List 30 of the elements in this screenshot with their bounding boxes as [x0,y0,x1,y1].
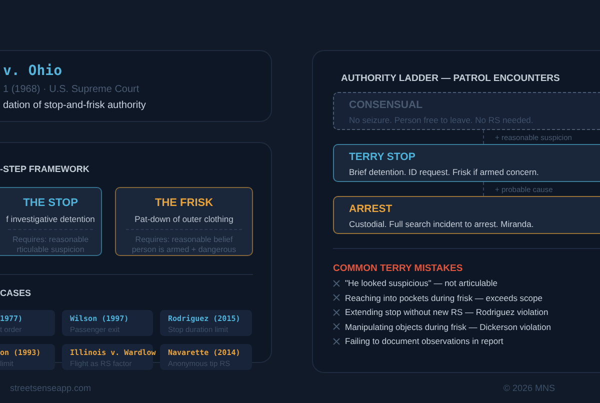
copyright: © 2026 MNS [503,383,555,393]
close-icon [333,294,340,302]
step-requirement: Requires: reasonable rticulable suspicion [8,229,94,255]
step-requirement: Requires: reasonable belief person is armed + dangerous [126,229,242,255]
step-description: f investigative detention [6,214,95,224]
mistake-item: Extending stop without new RS — Rodriguez violation [345,307,548,318]
mistake-item: Manipulating objects during frisk — Dickerson violation [345,322,551,332]
mistakes-heading: COMMON TERRY MISTAKES [333,263,464,274]
close-icon [333,323,340,330]
mistake-item: "He looked suspicious" — not articulable [345,278,498,288]
close-icon [333,280,340,287]
close-icon [333,338,340,345]
close-icon [333,308,340,316]
section-heading: -STEP FRAMEWORK [0,164,90,174]
mistake-item: Failing to document observations in report [345,336,504,346]
level-name: TERRY STOP [349,151,416,163]
level-description: Brief detention. ID request. Frisk if armed concern. [349,167,540,177]
mistake-item: Reaching into pockets during frisk — exceeds scope [345,292,542,303]
step-title: THE FRISK [154,197,214,209]
level-description: Custodial. Full search incident to arrest. Miranda. [349,219,535,229]
section-heading: CASES [0,288,32,298]
level-name: ARREST [349,203,394,215]
case-citation: 1 (1968) · U.S. Supreme Court [3,84,140,95]
step-description: Pat-down of outer clothing [134,214,234,224]
case-title: v. Ohio [3,63,64,79]
level-name: CONSENSUAL [349,99,424,111]
step-title: THE STOP [23,197,78,209]
site-url: streetsenseapp.com [10,383,92,393]
case-description: dation of stop-and-frisk authority [3,100,147,111]
ladder-title: AUTHORITY LADDER — PATROL ENCOUNTERS [341,73,561,84]
